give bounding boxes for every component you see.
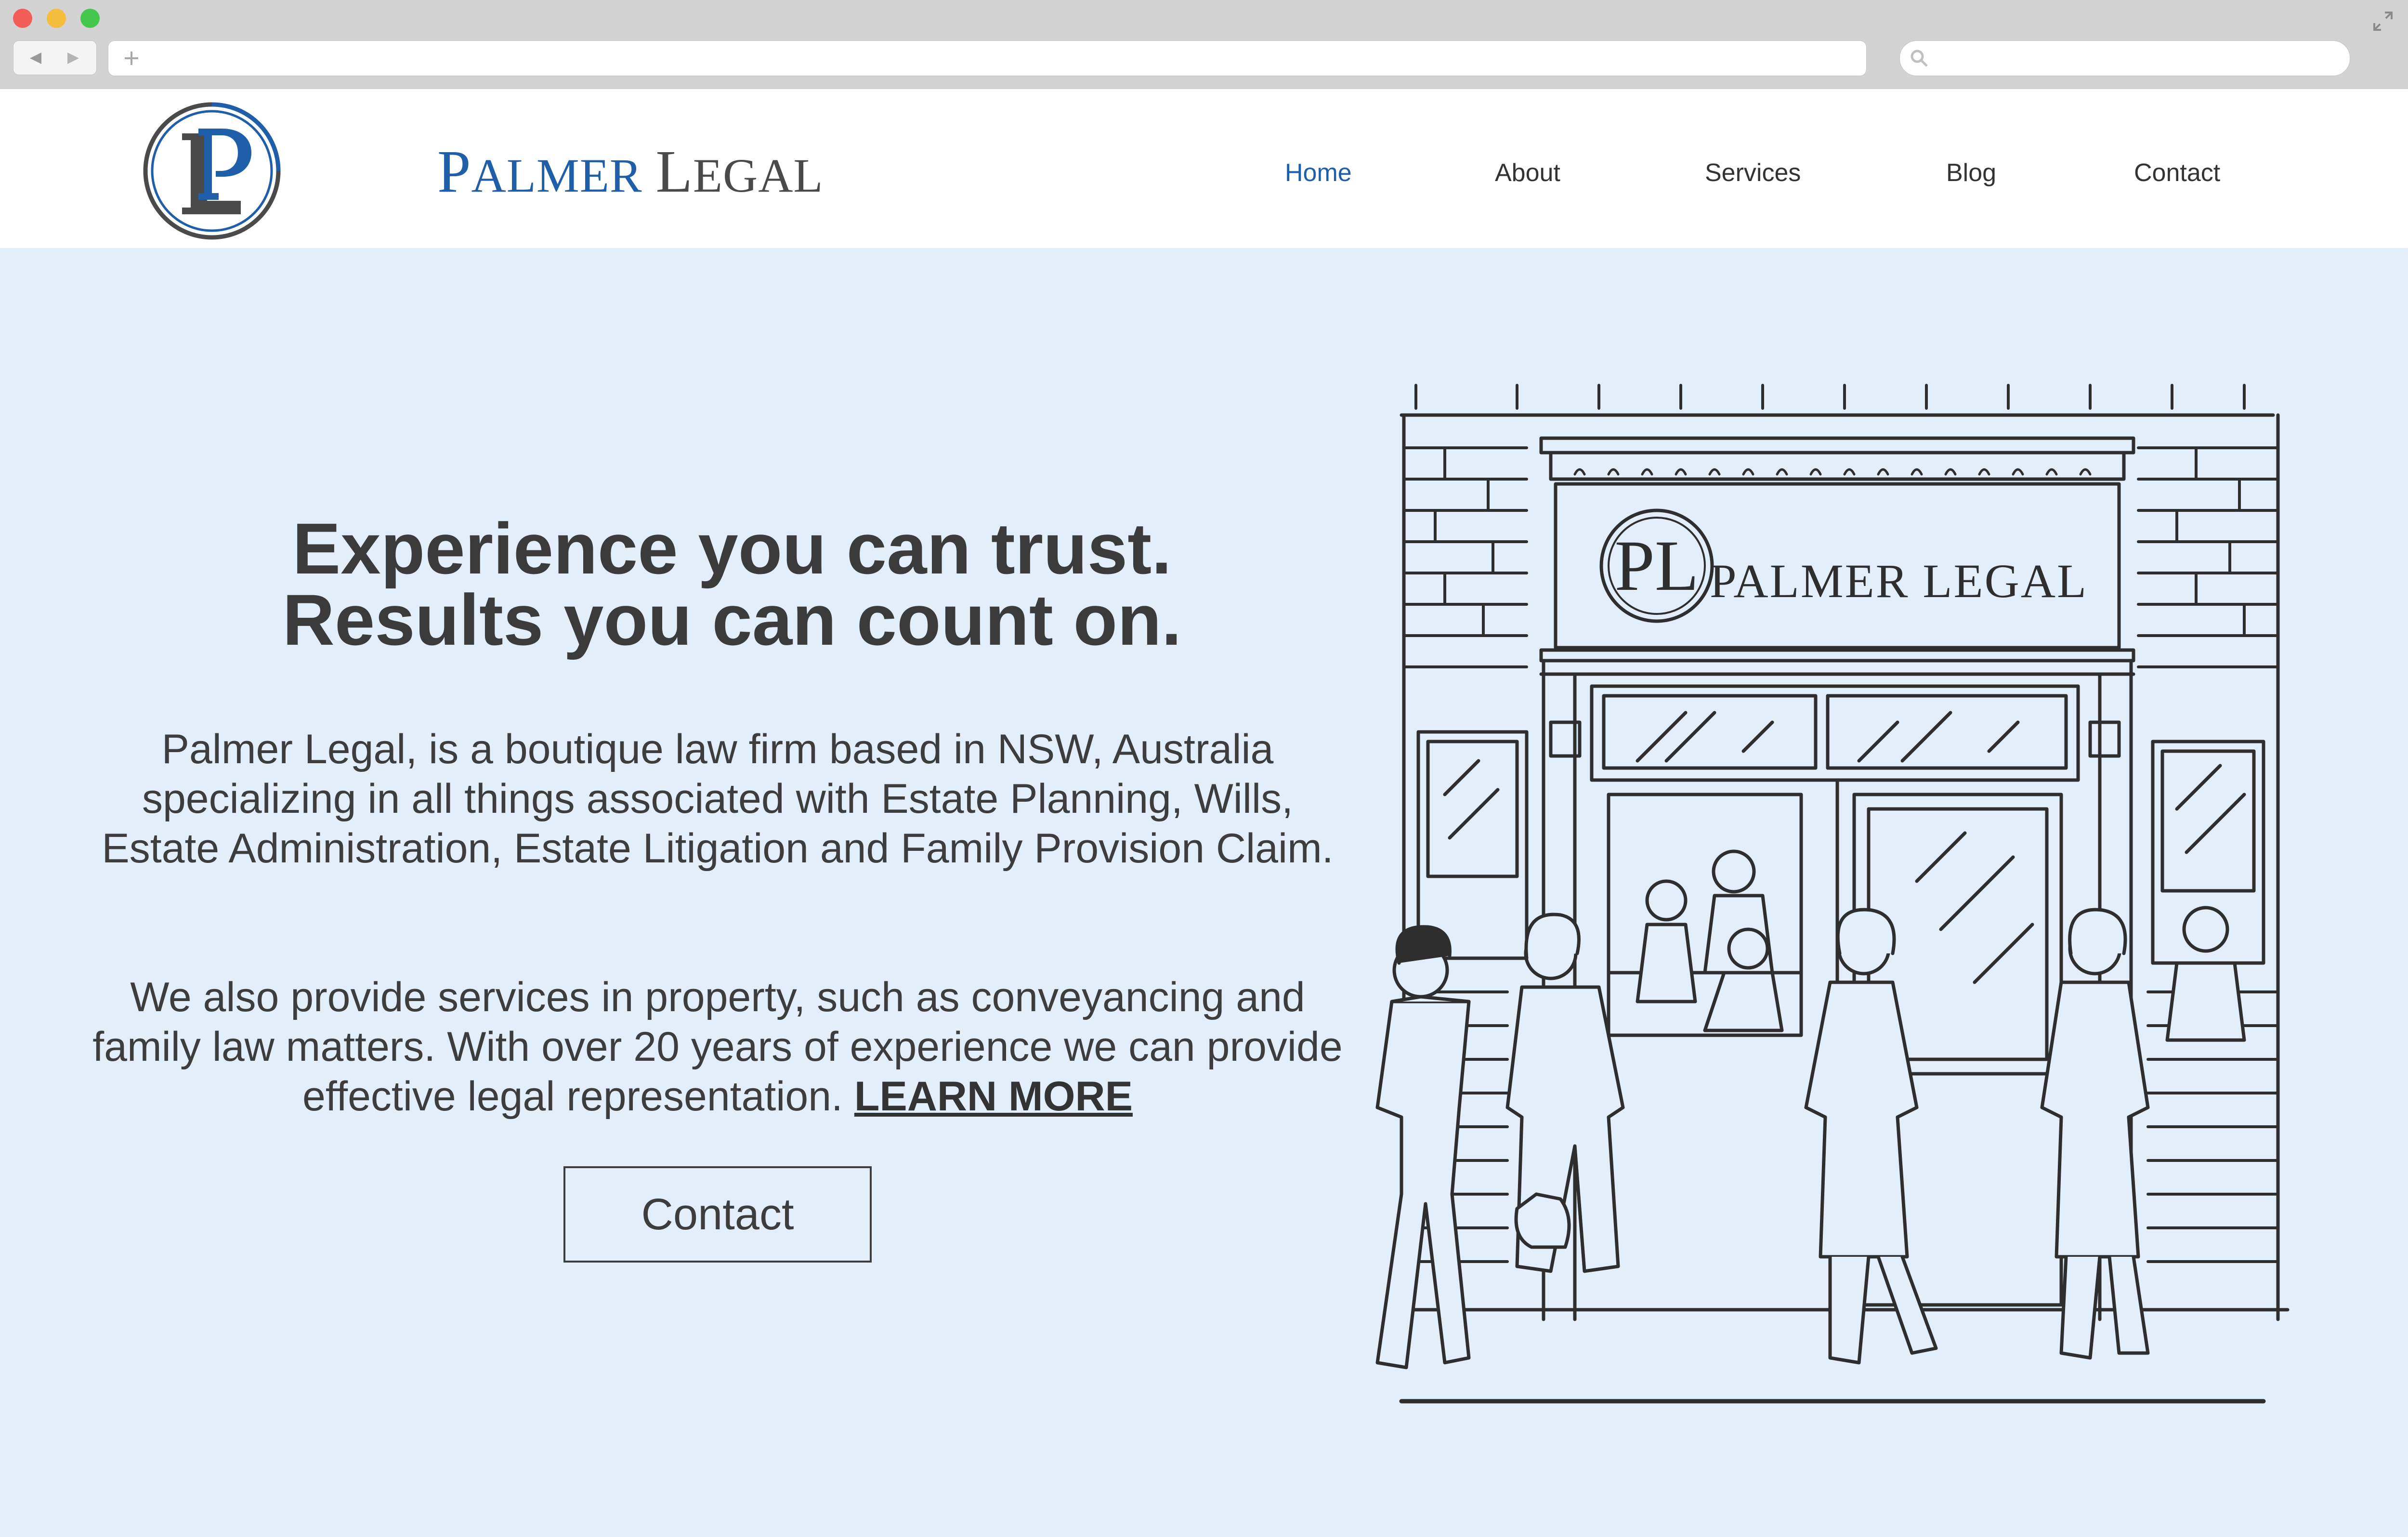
maximize-window-button[interactable] [80, 9, 100, 28]
forward-arrow-icon[interactable] [66, 52, 81, 65]
palmer-legal-logo[interactable] [140, 99, 284, 243]
brand-word-legal: LEGAL [655, 139, 824, 205]
address-bar[interactable] [108, 40, 1867, 76]
services-paragraph: We also provide services in property, su… [87, 973, 1348, 1121]
headline-line-1: Experience you can trust. [292, 508, 1172, 589]
site-header: PALMER LEGAL Home About Services Blog Con… [0, 89, 2408, 248]
services-text: We also provide services in property, su… [92, 974, 1343, 1120]
back-arrow-icon[interactable] [28, 52, 42, 65]
minimize-window-button[interactable] [47, 9, 66, 28]
browser-search-field[interactable] [1899, 40, 2350, 76]
nav-about[interactable]: About [1495, 160, 1560, 185]
law-office-storefront-illustration: PL PALMER LEGAL [1375, 384, 2290, 1404]
close-window-button[interactable] [13, 9, 32, 28]
search-icon [1911, 50, 1928, 67]
headline-line-2: Results you can count on. [282, 579, 1182, 660]
sign-brand-text: PALMER LEGAL [1710, 554, 2088, 608]
nav-contact[interactable]: Contact [2134, 160, 2220, 185]
new-tab-plus-icon[interactable] [123, 50, 140, 67]
history-nav-buttons [13, 40, 97, 75]
hero-headline: Experience you can trust. Results you ca… [106, 512, 1358, 656]
nav-services[interactable]: Services [1705, 160, 1801, 185]
contact-button[interactable]: Contact [563, 1166, 872, 1263]
brand-name[interactable]: PALMER LEGAL [437, 142, 824, 202]
sign-logo-letters: PL [1614, 526, 1699, 606]
nav-home[interactable]: Home [1285, 160, 1352, 185]
expand-icon[interactable] [2372, 11, 2394, 32]
nav-blog[interactable]: Blog [1946, 160, 1996, 185]
intro-paragraph: Palmer Legal, is a boutique law firm bas… [102, 726, 1334, 872]
brand-word-palmer: PALMER [437, 139, 642, 205]
learn-more-link[interactable]: LEARN MORE [854, 1073, 1133, 1120]
browser-chrome [0, 0, 2408, 89]
